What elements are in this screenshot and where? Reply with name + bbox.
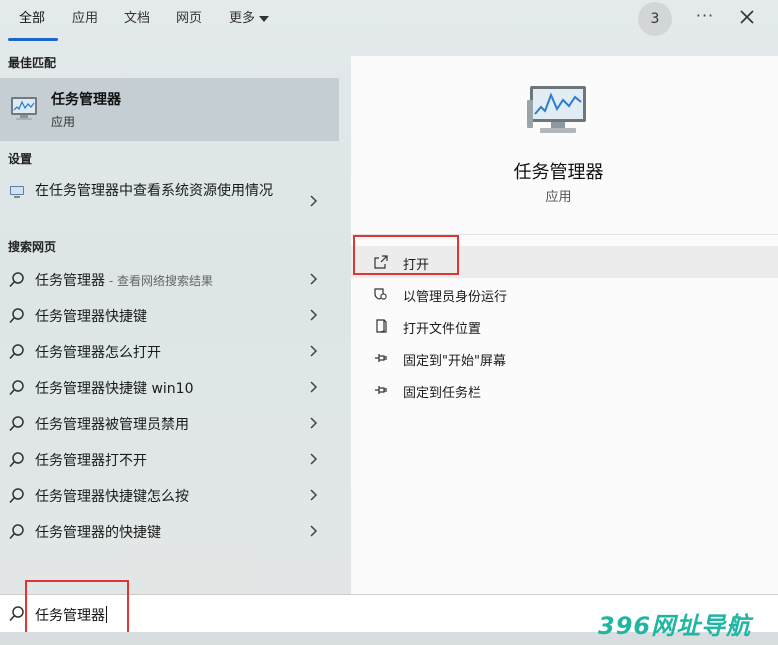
tab-more-label: 更多 bbox=[229, 11, 256, 26]
section-web-search: 搜索网页 bbox=[8, 240, 57, 254]
best-match-name: 任务管理器 bbox=[51, 92, 121, 108]
chevron-right-icon bbox=[310, 195, 318, 207]
chevron-right-icon bbox=[310, 525, 318, 537]
chevron-right-icon bbox=[310, 489, 318, 501]
tab-web[interactable]: 网页 bbox=[176, 9, 202, 29]
site-watermark: 396网址导航 bbox=[598, 612, 752, 640]
web-result-label: 任务管理器怎么打开 bbox=[35, 345, 161, 361]
tab-documents[interactable]: 文档 bbox=[124, 9, 150, 29]
active-tab-indicator bbox=[8, 38, 58, 41]
chevron-right-icon bbox=[310, 381, 318, 393]
pin-icon bbox=[375, 386, 387, 394]
chevron-right-icon bbox=[310, 273, 318, 285]
tab-bar: 全部 应用 文档 网页 更多 3 ··· bbox=[0, 0, 778, 41]
web-result-item[interactable]: 任务管理器打不开 bbox=[0, 442, 339, 476]
web-result-label: 任务管理器打不开 bbox=[35, 453, 147, 469]
web-result-item[interactable]: 任务管理器怎么打开 bbox=[0, 334, 339, 368]
task-manager-large-icon bbox=[527, 86, 586, 133]
pin-icon bbox=[375, 354, 387, 362]
web-result-label: 任务管理器快捷键 win10 bbox=[35, 381, 194, 397]
web-result-item[interactable]: 任务管理器快捷键怎么按 bbox=[0, 478, 339, 512]
rewards-badge[interactable]: 3 bbox=[638, 2, 672, 36]
tab-more[interactable]: 更多 bbox=[229, 9, 270, 29]
search-icon bbox=[9, 524, 24, 540]
chevron-right-icon bbox=[310, 453, 318, 465]
web-result-label: 任务管理器被管理员禁用 bbox=[35, 417, 189, 433]
file-location-icon bbox=[376, 319, 387, 333]
chevron-right-icon bbox=[310, 345, 318, 357]
search-icon bbox=[9, 380, 24, 396]
best-match-type: 应用 bbox=[51, 115, 76, 129]
tab-apps[interactable]: 应用 bbox=[72, 9, 98, 29]
chevron-right-icon bbox=[310, 417, 318, 429]
web-result-label: 任务管理器快捷键怎么按 bbox=[35, 489, 189, 505]
setting-result-item[interactable]: 在任务管理器中查看系统资源使用情况 bbox=[0, 177, 339, 225]
search-icon bbox=[9, 488, 24, 504]
chevron-right-icon bbox=[310, 309, 318, 321]
section-settings: 设置 bbox=[8, 152, 33, 166]
highlight-open-box bbox=[353, 235, 459, 275]
highlight-search-box bbox=[25, 580, 129, 636]
setting-result-label: 在任务管理器中查看系统资源使用情况 bbox=[35, 183, 273, 199]
web-result-item[interactable]: 任务管理器被管理员禁用 bbox=[0, 406, 339, 440]
action-run-as-admin-label: 以管理员身份运行 bbox=[403, 290, 508, 305]
tab-all[interactable]: 全部 bbox=[19, 9, 45, 29]
shield-icon bbox=[374, 288, 387, 300]
detail-app-type: 应用 bbox=[545, 190, 572, 205]
action-open-file-location[interactable]: 打开文件位置 bbox=[351, 310, 778, 342]
monitor-settings-icon bbox=[10, 186, 24, 198]
close-button[interactable] bbox=[734, 6, 760, 30]
action-pin-to-start-label: 固定到"开始"屏幕 bbox=[403, 354, 506, 369]
web-result-item[interactable]: 任务管理器的快捷键 bbox=[0, 514, 339, 548]
chevron-down-icon bbox=[259, 15, 270, 22]
close-icon bbox=[740, 10, 754, 24]
web-result-item[interactable]: 任务管理器快捷键 win10 bbox=[0, 370, 339, 404]
action-open-file-location-label: 打开文件位置 bbox=[403, 322, 482, 337]
web-result-hint: - 查看网络搜索结果 bbox=[105, 274, 213, 288]
best-match-item[interactable]: 任务管理器 应用 bbox=[0, 78, 339, 141]
section-best-match: 最佳匹配 bbox=[8, 56, 57, 70]
more-options-button[interactable]: ··· bbox=[692, 6, 718, 30]
task-manager-icon bbox=[11, 97, 37, 120]
action-pin-to-start[interactable]: 固定到"开始"屏幕 bbox=[351, 342, 778, 374]
action-run-as-admin[interactable]: 以管理员身份运行 bbox=[351, 278, 778, 310]
search-window: 全部 应用 文档 网页 更多 3 ··· 最佳匹配 任务管理器 应用 设置 在任… bbox=[0, 0, 778, 645]
web-result-item[interactable]: 任务管理器 - 查看网络搜索结果 bbox=[0, 262, 339, 296]
web-result-label: 任务管理器 - 查看网络搜索结果 bbox=[35, 270, 213, 290]
search-icon bbox=[9, 308, 24, 324]
web-result-label: 任务管理器快捷键 bbox=[35, 309, 147, 325]
search-icon bbox=[9, 416, 24, 432]
detail-pane: 任务管理器 应用 打开 以管理员身份运行 打开文件位置 固定到"开始"屏幕 固定… bbox=[351, 56, 778, 594]
action-pin-to-taskbar-label: 固定到任务栏 bbox=[403, 386, 482, 401]
web-result-item[interactable]: 任务管理器快捷键 bbox=[0, 298, 339, 332]
web-result-text: 任务管理器 bbox=[35, 273, 105, 289]
search-icon bbox=[9, 344, 24, 360]
action-pin-to-taskbar[interactable]: 固定到任务栏 bbox=[351, 374, 778, 406]
search-icon bbox=[9, 272, 24, 288]
detail-app-name: 任务管理器 bbox=[513, 162, 604, 183]
web-result-label: 任务管理器的快捷键 bbox=[35, 525, 161, 541]
search-icon bbox=[9, 452, 24, 468]
search-icon bbox=[9, 606, 24, 622]
